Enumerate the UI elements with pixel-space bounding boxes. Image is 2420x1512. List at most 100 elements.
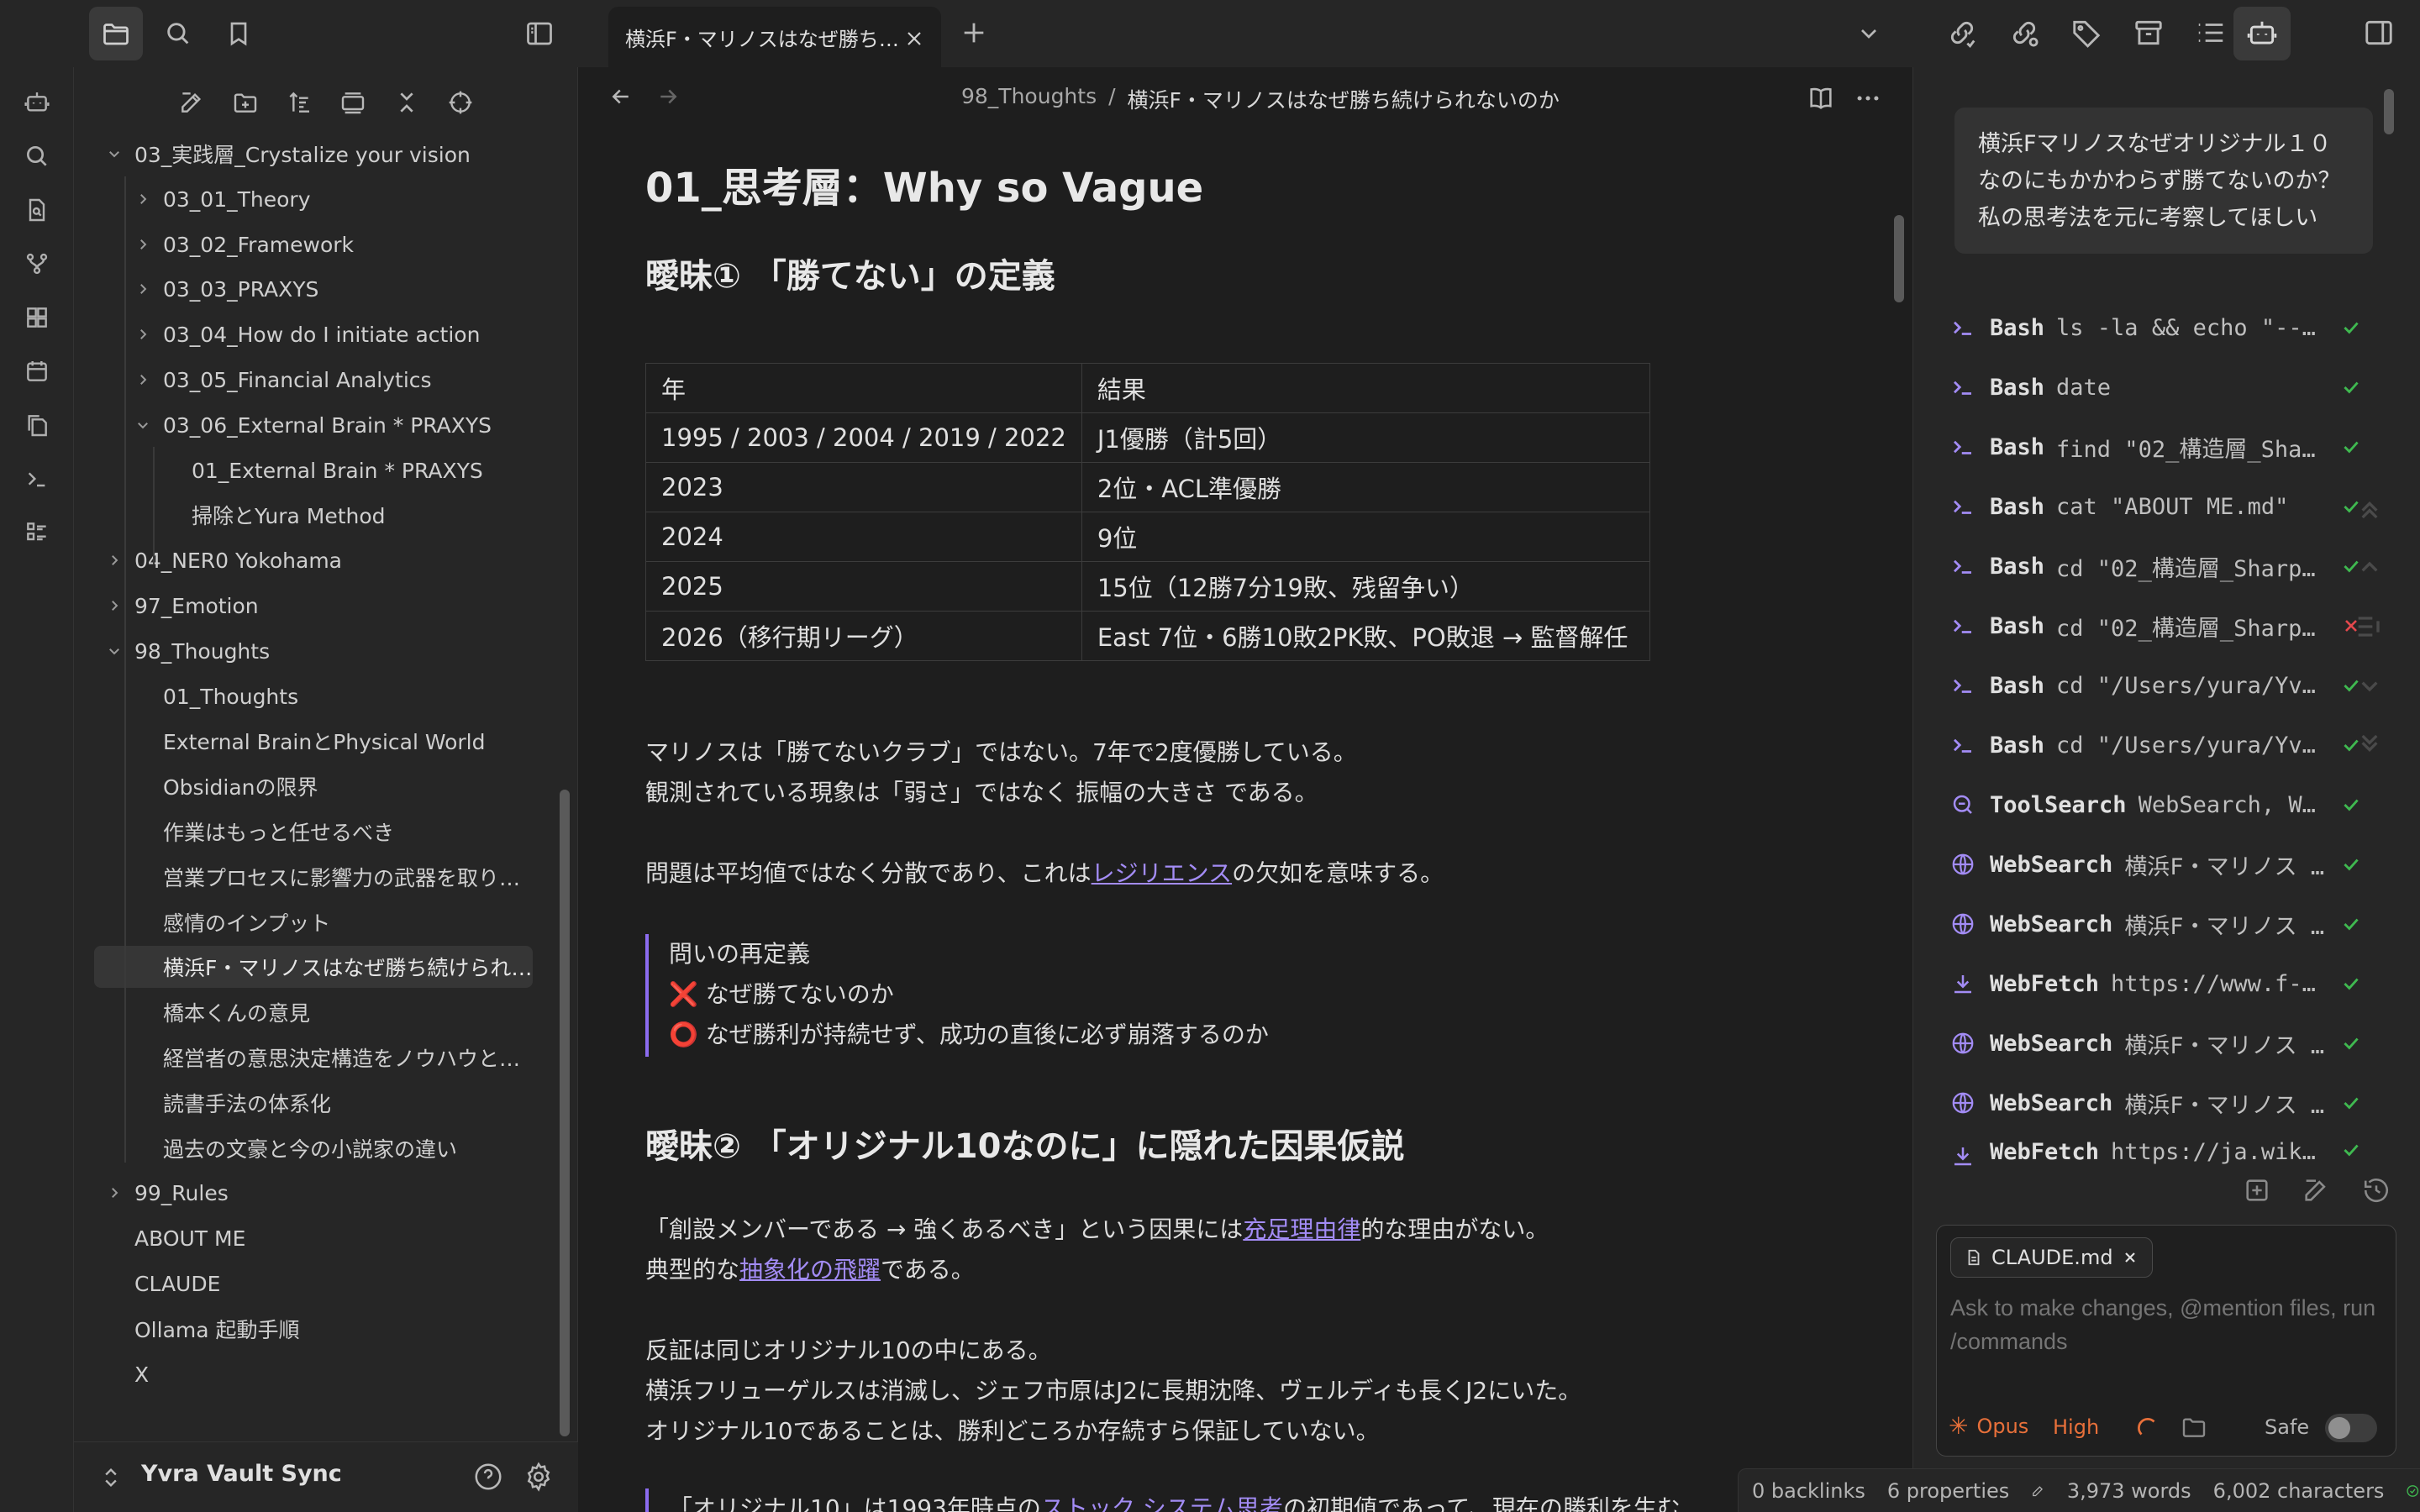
tool-call-row[interactable]: WebSearch 横浜F・マリノス 2025 [1946,841,2366,888]
tree-folder[interactable]: 03_06_External Brain * PRAXYS [163,404,533,446]
chat-scrollbar[interactable] [2384,89,2394,134]
chevron-down-icon[interactable] [106,643,123,659]
tree-file[interactable]: 過去の文豪と今の小説家の違い [163,1127,533,1169]
tree-file[interactable]: 掃除とYura Method [192,494,533,536]
tool-call-row[interactable]: Bash cd "/Users/yura/Yvra" [1946,662,2366,709]
ribbon-search-button[interactable] [18,138,55,175]
ribbon-agent-button[interactable] [18,84,55,121]
sort-button[interactable] [281,84,318,121]
outline-list-icon[interactable] [2195,17,2227,49]
tool-call-row[interactable]: ToolSearch WebSearch, WebFetch [1946,781,2366,828]
close-tab-icon[interactable] [904,29,924,49]
tree-file[interactable]: External BrainとPhysical World [163,720,533,762]
sync-check-icon[interactable] [2406,1479,2420,1503]
bookmarks-tab-button[interactable] [212,7,266,60]
tag-icon[interactable] [2070,17,2102,49]
remove-chip-icon[interactable] [2122,1249,2139,1266]
vault-name[interactable]: Yvra Vault Sync [141,1461,342,1487]
breadcrumb-folder[interactable]: 98_Thoughts [961,84,1097,114]
backlinks-count[interactable]: 0 backlinks [1752,1479,1865,1503]
tree-folder[interactable]: 03_05_Financial Analytics [163,359,533,401]
chevron-updown-icon[interactable] [99,1464,123,1491]
jump-list-icon[interactable] [2353,610,2386,643]
tool-call-row[interactable]: WebFetch https://ja.wikipedia.org [1946,1139,2366,1173]
tool-call-row[interactable]: WebFetch https://www.f-marinos.com [1946,960,2366,1007]
auto-reveal-button[interactable] [334,84,371,121]
new-folder-button[interactable] [227,84,264,121]
tool-call-row[interactable]: Bash ls -la && echo "---" && pwd [1946,304,2366,351]
tree-folder[interactable]: 03_01_Theory [163,178,533,220]
edit-chat-icon[interactable] [2302,1176,2330,1205]
more-options-icon[interactable] [1854,84,1882,113]
toggle-right-sidebar-icon[interactable] [2363,17,2395,49]
tree-file[interactable]: 横浜F・マリノスはなぜ勝ち続けられ… [94,946,533,988]
context-file-chip[interactable]: CLAUDE.md [1950,1237,2153,1278]
breadcrumb-file[interactable]: 横浜F・マリノスはなぜ勝ち続けられないのか [1128,84,1560,114]
tree-file[interactable]: 感情のインプット [163,901,533,943]
tree-file[interactable]: 01_External Brain * PRAXYS [192,449,533,491]
effort-selector[interactable]: High [2053,1415,2099,1439]
link-refresh-icon[interactable] [2008,17,2040,49]
sidebar-scrollbar[interactable] [560,790,570,1436]
chat-input[interactable] [1950,1291,2379,1372]
scroll-bottom-icon[interactable] [2353,727,2386,761]
chevron-right-icon[interactable] [134,371,151,388]
tab-active[interactable]: 横浜F・マリノスはなぜ勝ち続けられないのか [608,7,941,67]
scroll-top-icon[interactable] [2353,492,2386,526]
tree-file[interactable]: X [134,1353,533,1395]
editor-scrollbar[interactable] [1894,215,1904,302]
internal-link-stock-systems[interactable]: ストック システム思考 [1041,1494,1283,1512]
tree-file[interactable]: 営業プロセスに影響力の武器を取り… [163,856,533,898]
tree-folder[interactable]: 97_Emotion [134,585,533,627]
chevron-right-icon[interactable] [134,281,151,297]
files-tab-button[interactable] [89,7,143,60]
tree-file[interactable]: CLAUDE [134,1263,533,1305]
chevron-right-icon[interactable] [134,236,151,253]
pencil-icon[interactable] [2031,1479,2045,1503]
tree-folder[interactable]: 99_Rules [134,1172,533,1214]
tree-folder[interactable]: 04_NER0 Yokohama [134,539,533,581]
ribbon-git-button[interactable] [18,245,55,282]
tree-folder[interactable]: 98_Thoughts [134,630,533,672]
new-tab-icon[interactable] [960,18,988,47]
tool-call-row[interactable]: WebSearch 横浜F・マリノス 監督 [1946,900,2366,948]
toggle-left-sidebar-button[interactable] [513,7,566,60]
model-selector[interactable]: ✳ Opus [1949,1412,2028,1440]
tool-call-row[interactable]: Bash cd "/Users/yura/Yvra" [1946,722,2366,769]
chevron-right-icon[interactable] [106,1184,123,1201]
reading-view-book-icon[interactable] [1807,84,1835,113]
claude-agent-tab[interactable] [2233,7,2291,60]
tree-file[interactable]: 経営者の意思決定構造をノウハウと… [163,1037,533,1079]
tool-call-row[interactable]: Bash cd "02_構造層_Sharpen" [1946,543,2366,590]
arrow-right-icon[interactable] [655,84,681,109]
locate-file-button[interactable] [442,84,479,121]
scroll-down-icon[interactable] [2353,669,2386,702]
chevron-down-icon[interactable] [134,417,151,433]
internal-link-sufficient-reason[interactable]: 充足理由律 [1243,1215,1360,1243]
tool-call-row[interactable]: Bash date [1946,364,2366,411]
chat-input-box[interactable]: CLAUDE.md ✳ Opus High Safe [1936,1225,2396,1457]
chevron-right-icon[interactable] [134,191,151,207]
tree-file[interactable]: Obsidianの限界 [163,765,533,807]
new-note-button[interactable] [173,84,210,121]
tool-call-row[interactable]: WebSearch 横浜F・マリノス 成績 [1946,1020,2366,1067]
ribbon-calendar-button[interactable] [18,353,55,390]
ribbon-list-button[interactable] [18,514,55,551]
tree-folder[interactable]: 03_04_How do I initiate action [163,313,533,355]
search-tab-button[interactable] [151,7,205,60]
internal-link-abstraction-leap[interactable]: 抽象化の飛躍 [739,1256,881,1284]
tree-folder[interactable]: 03_実践層_Crystalize your vision [134,133,533,175]
tool-call-row[interactable]: WebSearch 横浜F・マリノス 歴代 [1946,1079,2366,1126]
scroll-up-icon[interactable] [2353,551,2386,585]
safe-mode-toggle[interactable] [2325,1414,2377,1442]
folder-icon[interactable] [2181,1414,2207,1441]
chevron-right-icon[interactable] [106,552,123,569]
tree-file[interactable]: 01_Thoughts [163,675,533,717]
tree-file[interactable]: 読書手法の体系化 [163,1082,533,1124]
tree-folder[interactable]: 03_02_Framework [163,223,533,265]
thinking-arc-icon[interactable] [2135,1415,2160,1441]
tab-list-chevron-icon[interactable] [1855,20,1882,47]
tool-call-row[interactable]: Bash cd "02_構造層_Sharpen" [1946,602,2366,649]
tree-file[interactable]: 橋本くんの意見 [163,991,533,1033]
arrow-left-icon[interactable] [608,84,634,109]
